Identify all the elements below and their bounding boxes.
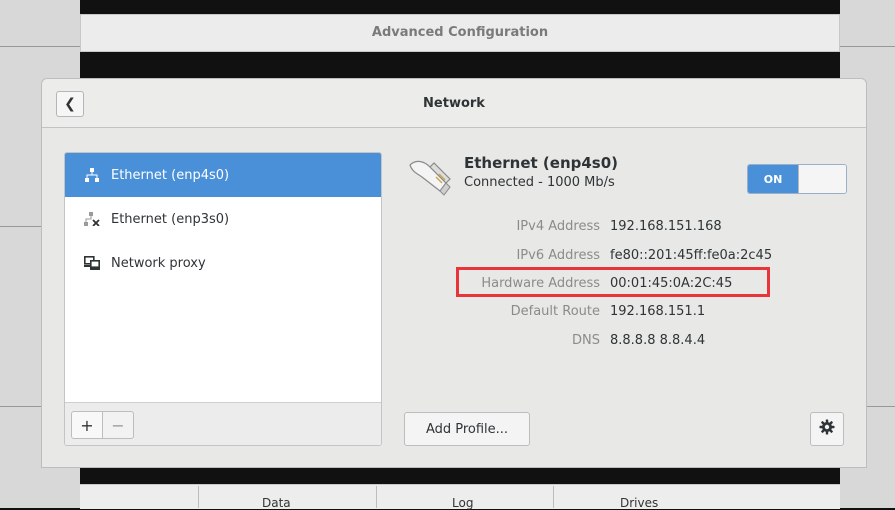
settings-button[interactable] — [810, 412, 844, 446]
remove-connection-button[interactable]: − — [102, 411, 134, 439]
network-proxy-icon — [81, 254, 103, 272]
sidebar-item-ethernet-enp3s0[interactable]: Ethernet (enp3s0) — [65, 197, 381, 241]
column-separator — [553, 486, 554, 508]
default-route-value: 192.168.151.1 — [610, 304, 706, 319]
default-route-label: Default Route — [510, 304, 600, 319]
background-titlebar: Advanced Configuration — [80, 14, 840, 52]
ipv6-address-value: fe80::201:45ff:fe0a:2c45 — [610, 248, 773, 263]
sidebar-item-ethernet-enp4s0[interactable]: Ethernet (enp4s0) — [65, 153, 381, 197]
network-disconnected-icon — [81, 210, 103, 228]
sidebar-item-network-proxy[interactable]: Network proxy — [65, 241, 381, 285]
dns-label: DNS — [572, 333, 600, 348]
gear-icon — [819, 419, 835, 439]
column-separator — [198, 486, 199, 508]
connection-list: Ethernet (enp4s0) Ethernet (enp3s0) Netw… — [64, 152, 382, 446]
connection-toggle[interactable]: ON — [747, 164, 847, 194]
toggle-knob — [798, 165, 846, 193]
connection-name: Ethernet (enp4s0) — [464, 154, 619, 172]
network-wired-icon — [81, 166, 103, 184]
column-separator — [376, 486, 377, 508]
background-divider — [840, 46, 895, 47]
connection-status: Connected - 1000 Mb/s — [464, 175, 615, 190]
dialog-title: Network — [423, 96, 485, 111]
add-connection-button[interactable]: + — [71, 411, 103, 439]
ipv4-address-label: IPv4 Address — [516, 219, 600, 234]
sidebar-item-label: Ethernet (enp3s0) — [111, 211, 230, 227]
dialog-header: ❮ Network — [42, 79, 866, 128]
sidebar-item-label: Ethernet (enp4s0) — [111, 167, 230, 183]
background-divider — [0, 46, 80, 47]
dns-value: 8.8.8.8 8.8.4.4 — [610, 333, 706, 348]
network-dialog: ❮ Network Ethernet (enp4s0) Ethernet (en… — [41, 78, 867, 468]
ipv4-address-value: 192.168.151.168 — [610, 219, 722, 234]
ipv6-address-label: IPv6 Address — [516, 248, 600, 263]
list-toolbar: + − — [65, 402, 381, 445]
toggle-on-label: ON — [748, 165, 798, 193]
add-profile-button[interactable]: Add Profile... — [404, 412, 530, 446]
hardware-address-highlight — [456, 267, 770, 297]
background-window-title: Advanced Configuration — [371, 25, 549, 40]
sidebar-item-label: Network proxy — [111, 255, 206, 271]
ethernet-cable-icon — [406, 155, 454, 199]
